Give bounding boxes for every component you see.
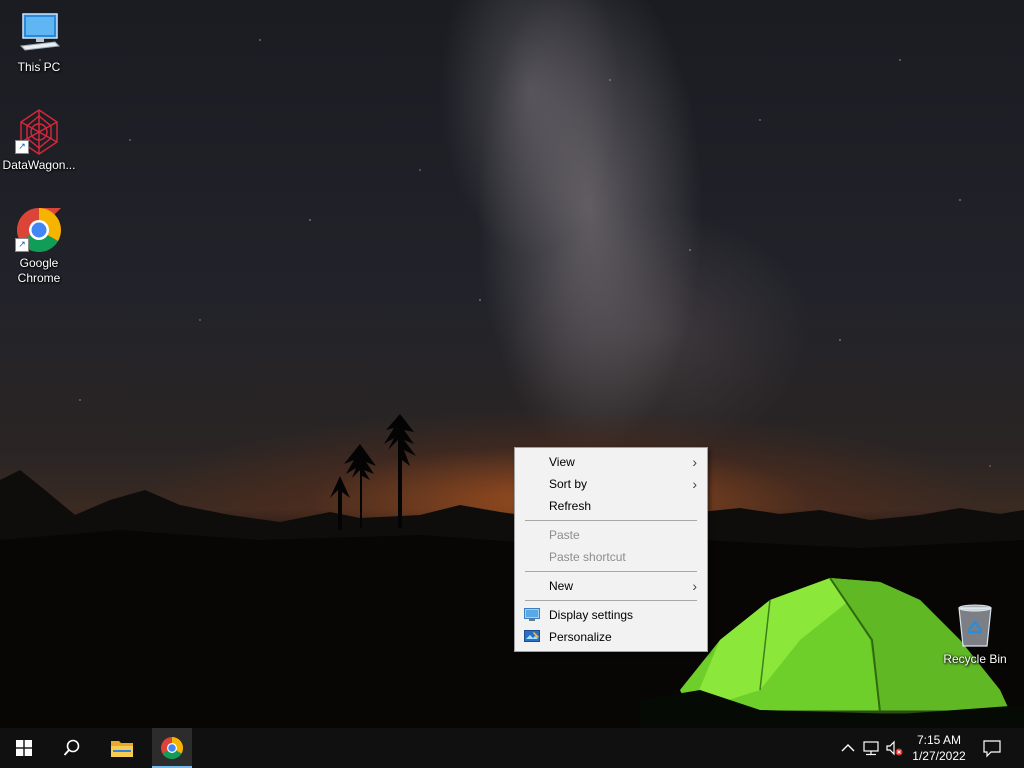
menu-item-new[interactable]: New › — [515, 575, 707, 597]
menu-item-label: Sort by — [549, 477, 588, 491]
desktop-icon-datawagon[interactable]: ↗ DataWagon... — [1, 108, 77, 173]
show-hidden-icons-button[interactable] — [838, 738, 858, 758]
desktop-icon-label: Recycle Bin — [943, 652, 1007, 666]
windows-logo-icon — [16, 740, 32, 756]
wallpaper-landscape — [0, 414, 1024, 728]
action-center-button[interactable] — [982, 738, 1002, 758]
this-pc-icon — [15, 10, 63, 58]
menu-separator — [525, 571, 697, 572]
display-settings-icon — [524, 608, 540, 621]
menu-separator — [525, 600, 697, 601]
menu-separator — [525, 520, 697, 521]
network-button[interactable] — [861, 738, 881, 758]
desktop-background[interactable]: This PC ↗ DataWagon... ↗ Google Chrome R… — [0, 0, 1024, 728]
menu-item-label: Paste — [549, 528, 580, 542]
taskbar: 7:15 AM 1/27/2022 — [0, 728, 1024, 768]
menu-item-sort-by[interactable]: Sort by › — [515, 473, 707, 495]
desktop-icon-this-pc[interactable]: This PC — [1, 10, 77, 75]
chrome-icon: ↗ — [15, 206, 63, 254]
menu-item-label: New — [549, 579, 574, 593]
datawagon-icon: ↗ — [15, 108, 63, 156]
personalize-icon — [524, 630, 540, 642]
menu-item-label: Personalize — [549, 630, 612, 644]
volume-button[interactable] — [884, 738, 904, 758]
chevron-right-icon: › — [692, 476, 697, 492]
chrome-icon — [161, 737, 183, 759]
menu-item-label: Display settings — [549, 608, 634, 622]
start-button[interactable] — [0, 728, 48, 768]
network-icon — [863, 741, 879, 756]
desktop-icon-label: DataWagon... — [2, 158, 76, 172]
notification-icon — [983, 740, 1001, 758]
shortcut-arrow-icon: ↗ — [15, 140, 29, 154]
search-icon — [63, 739, 80, 756]
menu-item-display-settings[interactable]: Display settings — [515, 604, 707, 626]
menu-item-label: Refresh — [549, 499, 592, 513]
taskbar-file-explorer[interactable] — [102, 728, 142, 768]
desktop-icon-google-chrome[interactable]: ↗ Google Chrome — [1, 206, 77, 286]
clock-time: 7:15 AM — [916, 733, 962, 747]
taskbar-clock[interactable]: 7:15 AM 1/27/2022 — [908, 732, 970, 764]
menu-item-view[interactable]: View › — [515, 451, 707, 473]
search-button[interactable] — [48, 728, 96, 768]
menu-item-paste-shortcut[interactable]: Paste shortcut — [515, 546, 707, 568]
folder-icon — [111, 741, 133, 757]
taskbar-google-chrome[interactable] — [152, 728, 192, 768]
menu-item-label: Paste shortcut — [549, 550, 626, 564]
volume-muted-icon — [886, 740, 903, 756]
menu-item-paste[interactable]: Paste — [515, 524, 707, 546]
chevron-right-icon: › — [692, 454, 697, 470]
chevron-up-icon — [841, 744, 855, 752]
desktop-icon-label: This PC — [17, 60, 61, 74]
menu-item-label: View — [549, 455, 575, 469]
menu-item-refresh[interactable]: Refresh — [515, 495, 707, 517]
desktop-icon-label: Google Chrome — [17, 256, 61, 285]
desktop-context-menu: View › Sort by › Refresh Paste Paste sho… — [514, 447, 708, 652]
recycle-bin-icon — [951, 602, 999, 650]
menu-item-personalize[interactable]: Personalize — [515, 626, 707, 648]
shortcut-arrow-icon: ↗ — [15, 238, 29, 252]
chevron-right-icon: › — [692, 578, 697, 594]
clock-date: 1/27/2022 — [912, 749, 966, 763]
desktop-icon-recycle-bin[interactable]: Recycle Bin — [937, 602, 1013, 667]
